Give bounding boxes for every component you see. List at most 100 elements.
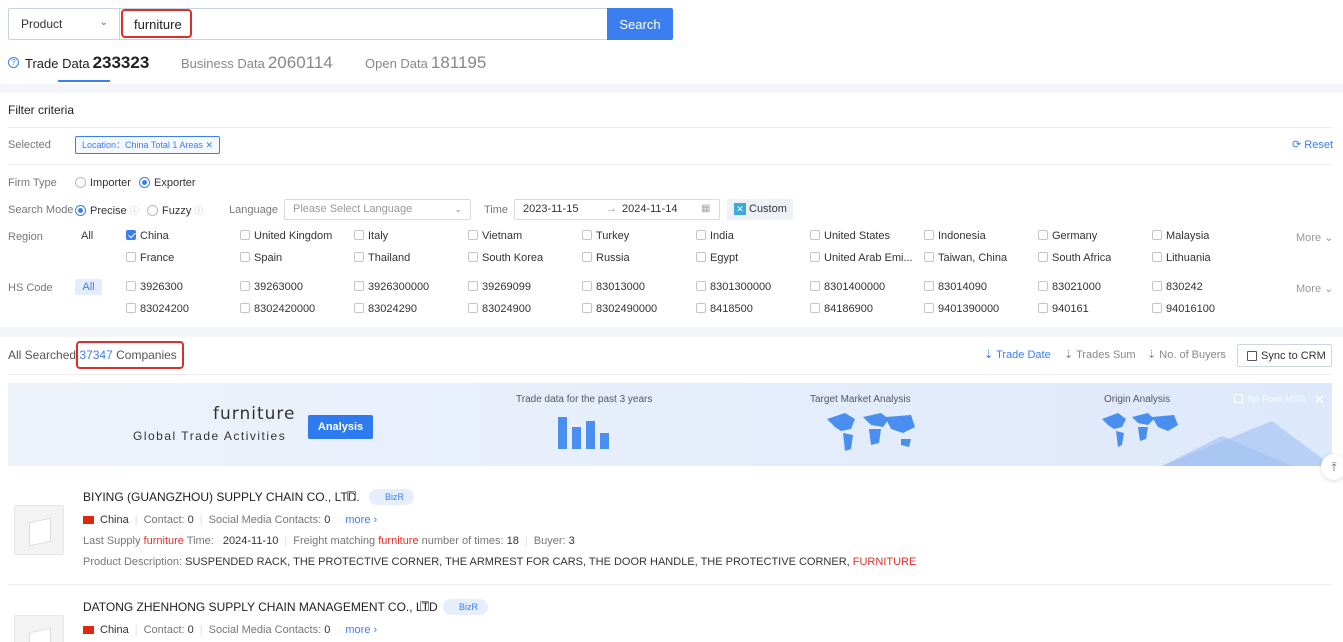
search-box[interactable] xyxy=(119,8,608,40)
hs-code-checkbox[interactable]: 83024900 xyxy=(468,303,531,315)
more-link[interactable]: more › xyxy=(345,514,377,526)
custom-button[interactable]: ✕ Custom xyxy=(727,199,793,220)
hs-code-checkbox[interactable]: 94016100 xyxy=(1152,303,1215,315)
mountain-decoration xyxy=(1162,421,1332,466)
region-more[interactable]: More ⌄ xyxy=(1296,231,1333,244)
region-checkbox[interactable]: Germany xyxy=(1038,230,1097,242)
hs-code-checkbox[interactable]: 83024200 xyxy=(126,303,189,315)
hs-all[interactable]: All xyxy=(75,279,102,295)
hs-code-checkbox[interactable]: 39269099 xyxy=(468,281,531,293)
count-highlight xyxy=(76,341,184,369)
divider xyxy=(8,584,1332,585)
region-checkbox[interactable]: Spain xyxy=(240,252,282,264)
company-name[interactable]: BIYING (GUANGZHOU) SUPPLY CHAIN CO., LTD… xyxy=(83,490,360,504)
caption-target-market: Target Market Analysis xyxy=(810,394,911,405)
bizr-badge[interactable]: BizR xyxy=(443,599,489,615)
banner-close-icon[interactable]: ✕ xyxy=(1314,392,1325,408)
chevron-down-icon: ⌄ xyxy=(454,204,462,214)
date-range-picker[interactable]: 2023-11-15 → 2024-11-14 ▦ xyxy=(514,199,720,220)
back-to-top-icon[interactable]: ⤒ xyxy=(1321,454,1343,480)
radio-exporter[interactable]: Exporter xyxy=(139,177,196,189)
search-type-select[interactable]: Product ⌄ xyxy=(8,8,120,40)
date-to[interactable]: 2024-11-14 xyxy=(622,203,677,215)
company-name[interactable]: DATONG ZHENHONG SUPPLY CHAIN MANAGEMENT … xyxy=(83,600,438,614)
region-checkbox[interactable]: Thailand xyxy=(354,252,410,264)
hs-code-checkbox[interactable]: 3926300 xyxy=(126,281,183,293)
region-checkbox[interactable]: Indonesia xyxy=(924,230,986,242)
region-checkbox[interactable]: South Africa xyxy=(1038,252,1111,264)
reset-button[interactable]: ⟳ Reset xyxy=(1292,138,1333,151)
hs-code-label: HS Code xyxy=(8,282,53,294)
tab-trade-data[interactable]: Trade Data 233323 xyxy=(25,53,149,73)
radio-precise[interactable]: Precise ⓘ xyxy=(75,204,139,217)
banner-subtitle: Global Trade Activities xyxy=(133,429,287,443)
divider-band xyxy=(0,327,1343,337)
bizr-badge[interactable]: BizR xyxy=(369,489,415,505)
info-icon: ⓘ xyxy=(194,206,204,216)
radio-fuzzy[interactable]: Fuzzy ⓘ xyxy=(147,204,203,217)
region-checkbox[interactable]: Vietnam xyxy=(468,230,522,242)
hs-code-checkbox[interactable]: 83021000 xyxy=(1038,281,1101,293)
arrow-right-icon: → xyxy=(606,203,617,215)
sort-trade-date[interactable]: ⇣ Trade Date xyxy=(984,348,1051,361)
hs-code-checkbox[interactable]: 83024290 xyxy=(354,303,417,315)
selected-location-tag[interactable]: Location：China Total 1 Areas ✕ xyxy=(75,136,220,154)
filter-title: Filter criteria xyxy=(8,103,75,117)
chevron-down-icon: ⌄ xyxy=(1324,283,1334,295)
hs-code-checkbox[interactable]: 3926300000 xyxy=(354,281,429,293)
hs-code-checkbox[interactable]: 83014090 xyxy=(924,281,987,293)
region-checkbox[interactable]: Italy xyxy=(354,230,388,242)
hs-more[interactable]: More ⌄ xyxy=(1296,282,1333,295)
region-checkbox[interactable]: France xyxy=(126,252,174,264)
hs-code-checkbox[interactable]: 830242 xyxy=(1152,281,1203,293)
region-checkbox[interactable]: United Arab Emi... xyxy=(810,252,913,264)
hs-code-checkbox[interactable]: 9401390000 xyxy=(924,303,999,315)
language-select[interactable]: Please Select Language ⌄ xyxy=(284,199,471,220)
sort-buyers[interactable]: ⇣ No. of Buyers xyxy=(1147,348,1226,361)
close-icon[interactable]: ✕ xyxy=(205,140,213,150)
active-tab-indicator xyxy=(58,80,110,82)
sort-icon: ⇣ xyxy=(1064,349,1074,361)
region-checkbox[interactable]: Taiwan, China xyxy=(924,252,1007,264)
region-checkbox[interactable]: China xyxy=(126,230,169,242)
hs-code-checkbox[interactable]: 8418500 xyxy=(696,303,753,315)
hs-code-checkbox[interactable]: 8301300000 xyxy=(696,281,771,293)
radio-importer[interactable]: Importer xyxy=(75,177,131,189)
region-checkbox[interactable]: Egypt xyxy=(696,252,738,264)
region-checkbox[interactable]: Russia xyxy=(582,252,630,264)
copy-icon[interactable] xyxy=(347,491,356,501)
sort-icon: ⇣ xyxy=(1147,349,1157,361)
region-checkbox[interactable]: United Kingdom xyxy=(240,230,332,242)
region-checkbox[interactable]: South Korea xyxy=(468,252,543,264)
hs-code-checkbox[interactable]: 8301400000 xyxy=(810,281,885,293)
hs-code-checkbox[interactable]: 940161 xyxy=(1038,303,1089,315)
region-checkbox[interactable]: India xyxy=(696,230,734,242)
copy-icon[interactable] xyxy=(420,601,429,611)
divider-band xyxy=(0,84,1343,93)
region-checkbox[interactable]: Malaysia xyxy=(1152,230,1209,242)
sync-crm-button[interactable]: Sync to CRM xyxy=(1237,344,1332,367)
tab-business-data[interactable]: Business Data 2060114 xyxy=(181,53,333,73)
region-all[interactable]: All xyxy=(81,230,93,242)
region-label: Region xyxy=(8,231,43,243)
sort-trades-sum[interactable]: ⇣ Trades Sum xyxy=(1064,348,1136,361)
search-input[interactable] xyxy=(134,17,534,32)
more-link[interactable]: more › xyxy=(345,624,377,636)
hs-code-checkbox[interactable]: 8302490000 xyxy=(582,303,657,315)
tab-open-data[interactable]: Open Data 181195 xyxy=(365,53,486,73)
region-checkbox[interactable]: Lithuania xyxy=(1152,252,1211,264)
no-push-checkbox[interactable]: No Push MSG xyxy=(1234,394,1306,404)
region-checkbox[interactable]: Turkey xyxy=(582,230,629,242)
hs-code-checkbox[interactable]: 83013000 xyxy=(582,281,645,293)
hs-code-checkbox[interactable]: 39263000 xyxy=(240,281,303,293)
region-checkbox[interactable]: United States xyxy=(810,230,890,242)
analysis-button[interactable]: Analysis xyxy=(308,415,373,439)
banner-keyword: furniture xyxy=(213,404,296,424)
info-icon: ⓘ xyxy=(129,206,139,216)
hs-code-checkbox[interactable]: 84186900 xyxy=(810,303,873,315)
help-icon[interactable]: ? xyxy=(8,57,19,68)
search-button[interactable]: Search xyxy=(607,8,673,40)
date-from[interactable]: 2023-11-15 xyxy=(523,203,578,215)
chevron-down-icon: ⌄ xyxy=(99,17,108,28)
hs-code-checkbox[interactable]: 8302420000 xyxy=(240,303,315,315)
